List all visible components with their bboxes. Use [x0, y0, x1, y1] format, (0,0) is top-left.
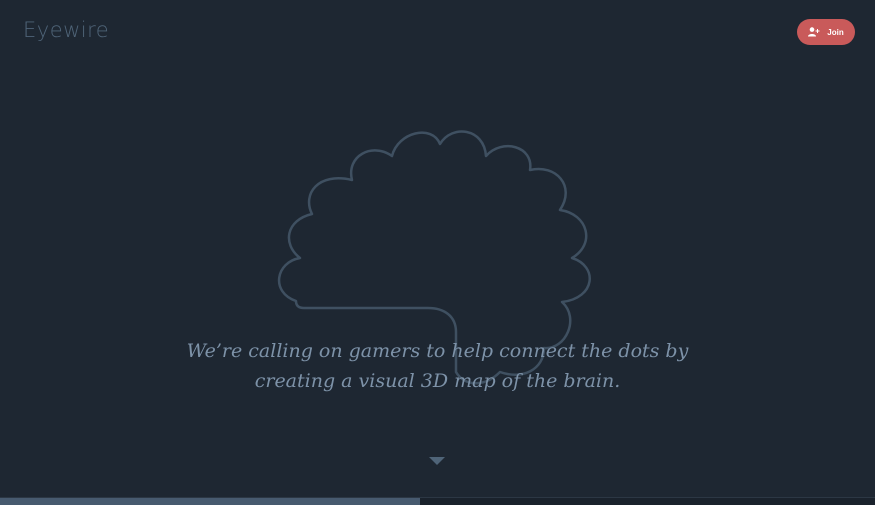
brain-outline-illustration	[278, 130, 591, 385]
tagline-line-1: We’re calling on gamers to help connect …	[186, 340, 689, 362]
chevron-down-icon[interactable]	[429, 457, 445, 465]
tagline-line-2: creating a visual 3D map of the brain.	[254, 370, 621, 392]
progress-fill	[0, 498, 420, 505]
progress-bar	[0, 497, 875, 505]
hero-tagline: We’re calling on gamers to help connect …	[0, 336, 875, 396]
landing-page: Eyewire Join We’re calling on gamers to …	[0, 0, 875, 505]
